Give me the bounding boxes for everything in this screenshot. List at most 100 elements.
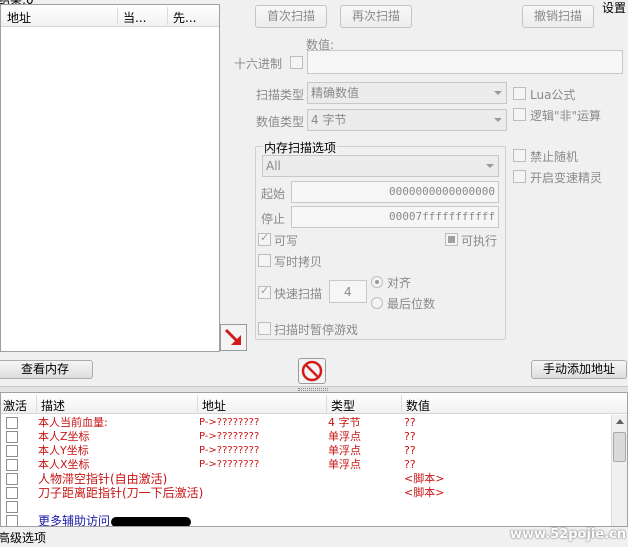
row-value: ?? bbox=[404, 416, 416, 429]
lua-formula-checkbox[interactable] bbox=[513, 87, 526, 100]
executable-label: 可执行 bbox=[461, 234, 498, 248]
row-description: 本人X坐标 bbox=[38, 458, 90, 471]
row-description: 刀子距离距指针(刀一下后激活) bbox=[38, 486, 204, 500]
more-link[interactable]: 更多辅助访问 bbox=[38, 512, 110, 526]
first-scan-button[interactable]: 首次扫描 bbox=[255, 5, 327, 28]
stop-address-value: 00007fffffffffff bbox=[389, 210, 495, 223]
row-address: P->???????? bbox=[199, 445, 260, 456]
align-radio[interactable] bbox=[371, 276, 383, 288]
stop-label: 停止 bbox=[261, 212, 286, 226]
pause-game-label: 扫描时暂停游戏 bbox=[274, 323, 359, 337]
vertical-scrollbar[interactable] bbox=[611, 415, 627, 526]
table-row[interactable]: 本人X坐标 P->???????? 单浮点 ?? bbox=[1, 458, 601, 472]
column-divider bbox=[197, 395, 198, 412]
table-row[interactable]: 本人当前血量: P->???????? 4 字节 ?? bbox=[1, 416, 601, 430]
value-type-value: 4 字节 bbox=[311, 113, 347, 127]
scan-type-select[interactable]: 精确数值 bbox=[307, 82, 507, 104]
start-address-input[interactable]: 0000000000000000 bbox=[291, 181, 499, 203]
disable-random-checkbox[interactable] bbox=[513, 149, 526, 162]
chevron-down-icon bbox=[494, 118, 502, 122]
results-col-address[interactable]: 地址 bbox=[7, 9, 31, 26]
arrow-down-right-icon bbox=[224, 328, 241, 345]
redaction-blot bbox=[111, 517, 191, 526]
table-row[interactable]: 本人Y坐标 P->???????? 单浮点 ?? bbox=[1, 444, 601, 458]
clear-list-button[interactable] bbox=[298, 358, 326, 384]
row-value: <脚本> bbox=[404, 472, 445, 485]
disable-random-label: 禁止随机 bbox=[530, 150, 579, 164]
column-divider bbox=[326, 395, 327, 412]
row-address: P->???????? bbox=[199, 459, 260, 470]
settings-label[interactable]: 设置 bbox=[602, 0, 626, 16]
results-col-current[interactable]: 当... bbox=[123, 9, 146, 26]
table-row[interactable]: 本人Z坐标 P->???????? 单浮点 ?? bbox=[1, 430, 601, 444]
column-divider bbox=[167, 7, 168, 25]
last-digits-radio[interactable] bbox=[371, 297, 383, 309]
advanced-options-label[interactable]: 高级选项 bbox=[0, 529, 46, 546]
scan-type-value: 精确数值 bbox=[311, 86, 360, 100]
row-type: 4 字节 bbox=[328, 416, 361, 429]
value-input[interactable] bbox=[307, 50, 623, 74]
col-active[interactable]: 激活 bbox=[3, 397, 27, 414]
row-value: <脚本> bbox=[404, 486, 445, 499]
fast-scan-checkbox[interactable] bbox=[258, 284, 271, 299]
table-row[interactable]: 人物滞空指针(自由激活) <脚本> bbox=[1, 472, 601, 486]
add-to-list-button[interactable] bbox=[220, 324, 247, 351]
align-label: 对齐 bbox=[387, 276, 412, 290]
watermark: www.52pojie.cn bbox=[510, 527, 627, 542]
scroll-up-icon[interactable] bbox=[616, 419, 624, 424]
last-digits-label: 最后位数 bbox=[387, 297, 436, 311]
row-type: 单浮点 bbox=[328, 430, 361, 443]
col-address[interactable]: 地址 bbox=[202, 397, 226, 414]
undo-scan-button[interactable]: 撤销扫描 bbox=[522, 5, 594, 28]
copy-on-write-checkbox[interactable] bbox=[258, 254, 271, 267]
no-entry-icon bbox=[301, 360, 323, 382]
scrollbar-thumb[interactable] bbox=[613, 432, 626, 462]
hex-label: 十六进制 bbox=[234, 57, 283, 71]
row-active-checkbox[interactable] bbox=[6, 501, 18, 513]
row-value: ?? bbox=[404, 444, 416, 457]
fast-scan-label: 快速扫描 bbox=[274, 287, 323, 301]
row-description: 本人Z坐标 bbox=[38, 430, 90, 443]
col-value[interactable]: 数值 bbox=[406, 397, 430, 414]
executable-checkbox[interactable] bbox=[445, 233, 458, 246]
speedhack-label: 开启变速精灵 bbox=[530, 171, 603, 185]
results-list[interactable]: 地址 当... 先... bbox=[0, 4, 220, 352]
start-label: 起始 bbox=[261, 187, 286, 201]
value-type-select[interactable]: 4 字节 bbox=[307, 109, 507, 131]
splitter-grip bbox=[298, 388, 328, 391]
pause-game-checkbox[interactable] bbox=[258, 322, 271, 335]
chevron-down-icon bbox=[486, 164, 494, 168]
column-divider bbox=[117, 7, 118, 25]
address-list[interactable]: 激活 描述 地址 类型 数值 本人当前血量: P->???????? 4 字节 … bbox=[0, 392, 628, 527]
row-active-checkbox[interactable] bbox=[6, 515, 18, 526]
view-memory-button[interactable]: 查看内存 bbox=[0, 360, 93, 379]
row-type: 单浮点 bbox=[328, 444, 361, 457]
row-description: 本人当前血量: bbox=[38, 416, 108, 429]
col-type[interactable]: 类型 bbox=[331, 397, 355, 414]
memory-region-select[interactable]: All bbox=[262, 155, 499, 177]
fast-scan-value: 4 bbox=[344, 285, 352, 299]
logical-not-checkbox[interactable] bbox=[513, 108, 526, 121]
add-address-manually-button[interactable]: 手动添加地址 bbox=[531, 360, 627, 379]
logical-not-label: 逻辑"非"运算 bbox=[530, 109, 602, 123]
row-description: 本人Y坐标 bbox=[38, 444, 89, 457]
row-value: ?? bbox=[404, 458, 416, 471]
writable-label: 可写 bbox=[274, 234, 299, 248]
hex-checkbox[interactable] bbox=[290, 56, 303, 69]
column-divider bbox=[36, 395, 37, 412]
row-description: 人物滞空指针(自由激活) bbox=[38, 472, 168, 486]
writable-checkbox[interactable] bbox=[258, 231, 271, 246]
table-row[interactable]: 刀子距离距指针(刀一下后激活) <脚本> bbox=[1, 486, 601, 500]
address-list-header bbox=[1, 393, 627, 414]
row-type: 单浮点 bbox=[328, 458, 361, 471]
start-address-value: 0000000000000000 bbox=[389, 185, 495, 198]
next-scan-button[interactable]: 再次扫描 bbox=[340, 5, 412, 28]
results-col-previous[interactable]: 先... bbox=[173, 9, 196, 26]
col-description[interactable]: 描述 bbox=[41, 397, 65, 414]
fast-scan-input[interactable]: 4 bbox=[329, 280, 367, 303]
row-value: ?? bbox=[404, 430, 416, 443]
speedhack-checkbox[interactable] bbox=[513, 170, 526, 183]
row-address: P->???????? bbox=[199, 417, 260, 428]
stop-address-input[interactable]: 00007fffffffffff bbox=[291, 206, 499, 228]
memory-region-value: All bbox=[266, 159, 281, 173]
